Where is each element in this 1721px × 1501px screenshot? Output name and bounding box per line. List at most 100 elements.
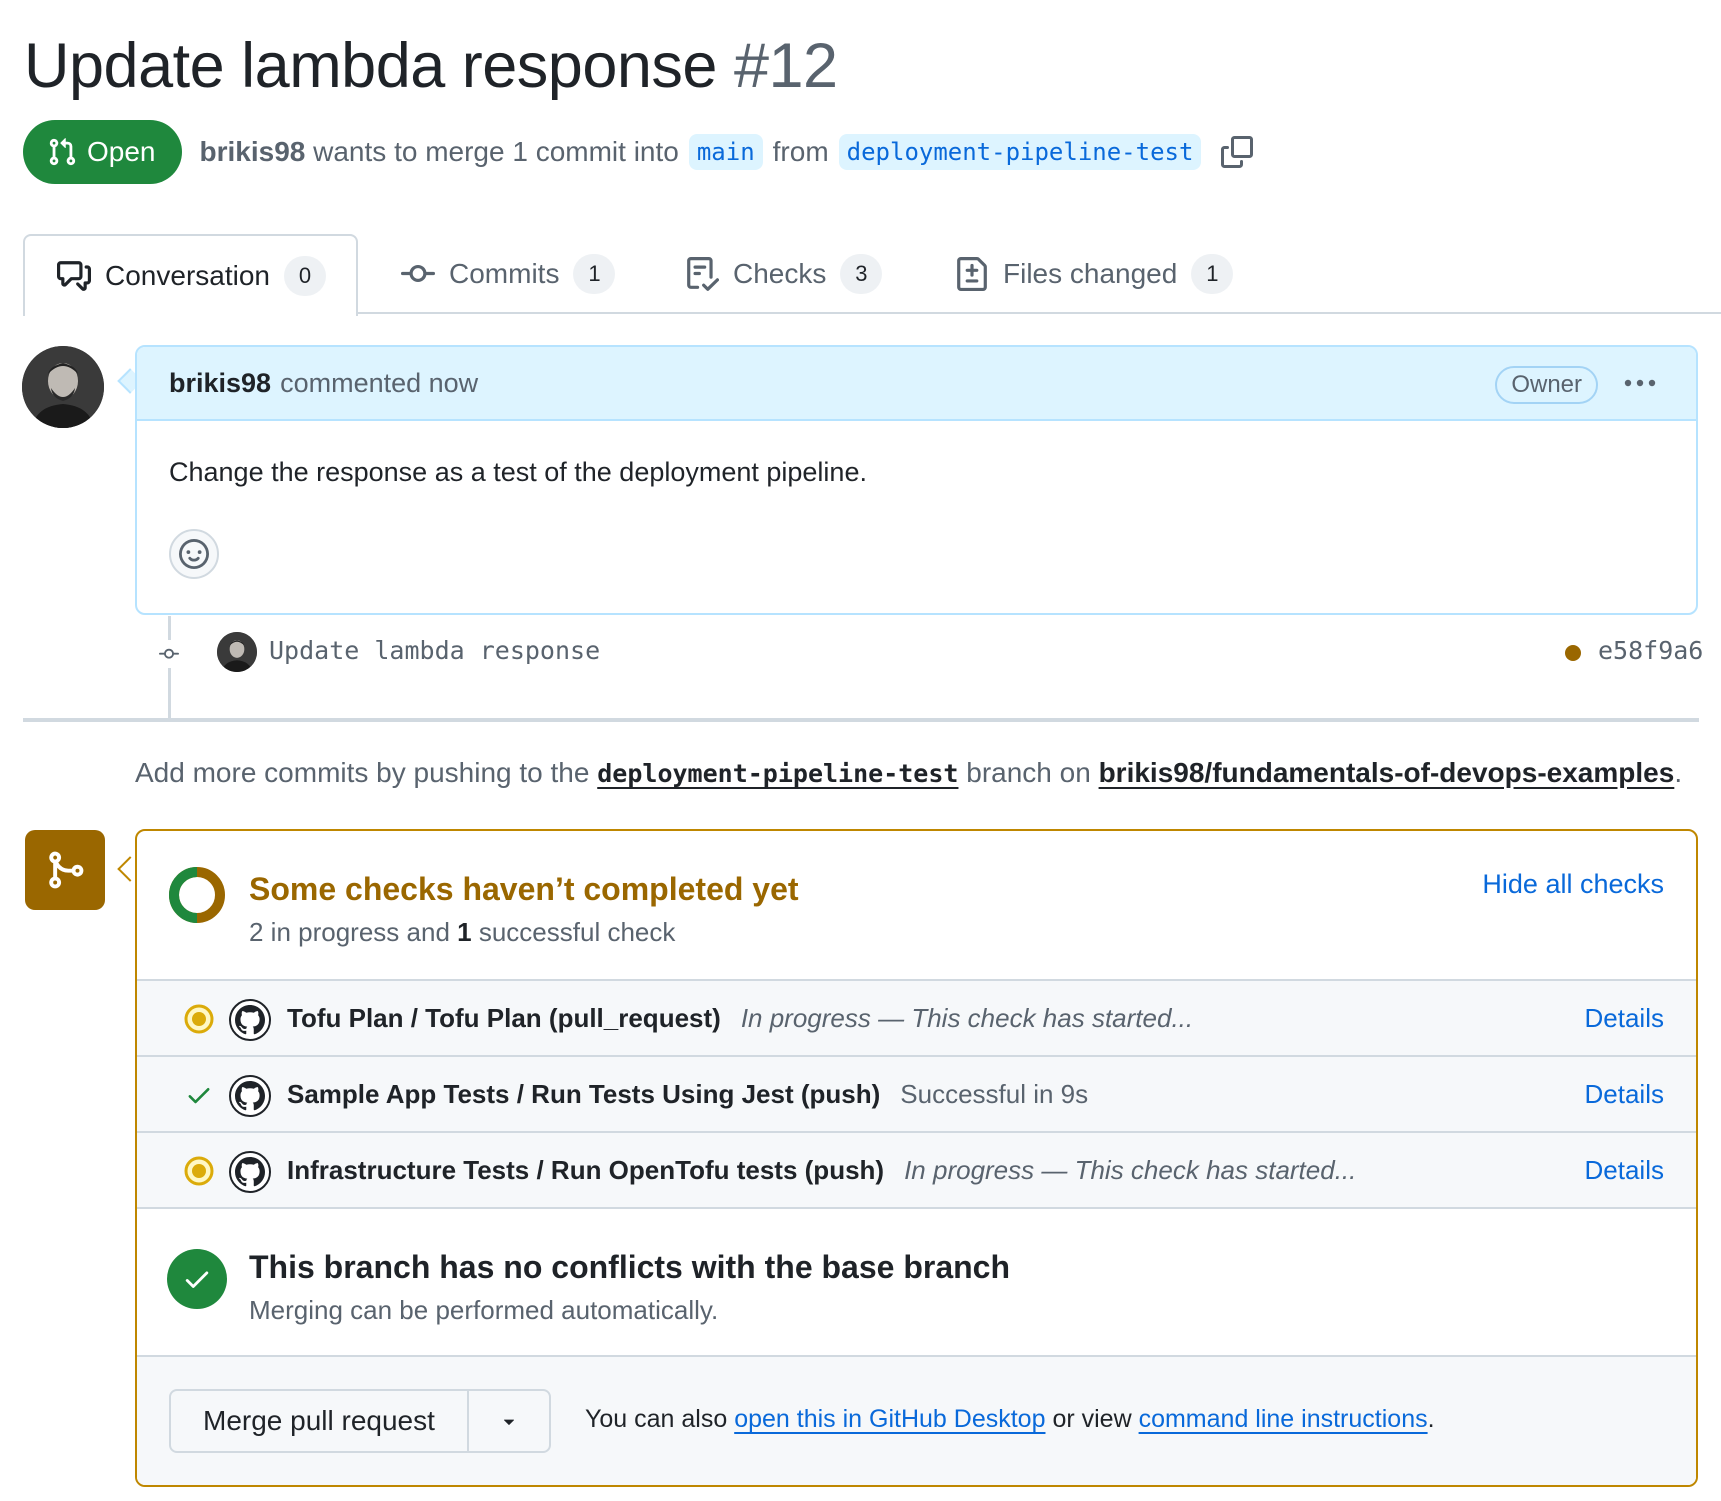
check-details-link[interactable]: Details — [1585, 1003, 1664, 1034]
pr-meta: brikis98 wants to merge 1 commit into ma… — [200, 134, 1256, 170]
push-hint-suffix: . — [1674, 757, 1683, 788]
merge-method-dropdown[interactable] — [469, 1391, 549, 1451]
no-conflicts-title: This branch has no conflicts with the ba… — [249, 1249, 1011, 1285]
copy-branch-button[interactable] — [1219, 134, 1255, 170]
kebab-horizontal-icon — [1624, 379, 1656, 387]
commit-sha-link[interactable]: e58f9a6 — [1598, 636, 1703, 665]
check-row: Tofu Plan / Tofu Plan (pull_request) In p… — [137, 981, 1696, 1057]
check-name: Sample App Tests / Run Tests Using Jest … — [287, 1079, 881, 1109]
no-conflicts-section: This branch has no conflicts with the ba… — [137, 1209, 1696, 1357]
tab-commits-count: 1 — [573, 254, 616, 294]
check-name: Tofu Plan / Tofu Plan (pull_request) — [287, 1003, 721, 1033]
comment-author-link[interactable]: brikis98 — [169, 368, 271, 399]
owner-badge: Owner — [1495, 366, 1598, 404]
avatar-image — [217, 632, 257, 672]
pr-state-badge: Open — [23, 120, 182, 184]
merge-hint-suffix: . — [1427, 1405, 1435, 1433]
pr-state-row: Open brikis98 wants to merge 1 commit in… — [23, 120, 1255, 184]
check-success-icon — [183, 1079, 215, 1111]
check-name-wrap: Infrastructure Tests / Run OpenTofu test… — [287, 1155, 1356, 1186]
git-commit-icon — [401, 264, 435, 282]
in-progress-dot-icon — [183, 1003, 215, 1035]
hide-all-checks-link[interactable]: Hide all checks — [1482, 869, 1664, 900]
tab-conversation[interactable]: Conversation 0 — [23, 234, 358, 316]
tab-conversation-count: 0 — [283, 256, 326, 296]
tab-commits-label: Commits — [449, 258, 560, 289]
tab-files-changed[interactable]: Files changed 1 — [955, 234, 1234, 314]
comment-timestamp[interactable]: commented now — [280, 368, 478, 399]
tab-files-changed-count: 1 — [1191, 254, 1234, 294]
comment-body: Change the response as a test of the dep… — [169, 457, 867, 487]
copy-icon — [1221, 136, 1254, 168]
checks-summary-c: successful check — [478, 917, 676, 947]
base-branch[interactable]: main — [688, 134, 763, 170]
pr-state-label: Open — [87, 136, 156, 167]
head-branch[interactable]: deployment-pipeline-test — [838, 134, 1202, 170]
check-description: In progress — This check has started... — [904, 1155, 1357, 1185]
pr-description-comment: brikis98 commented now Owner Change the … — [135, 345, 1698, 615]
push-hint-middle: branch on — [966, 757, 1091, 788]
checks-summary-b: 1 — [457, 917, 472, 947]
check-description: In progress — This check has started... — [740, 1003, 1194, 1033]
comment-discussion-icon — [57, 261, 91, 291]
github-logo-icon — [229, 1075, 271, 1117]
merge-hint: You can also open this in GitHub Desktop… — [585, 1405, 1435, 1434]
merge-hint-prefix: You can also — [585, 1405, 728, 1433]
pr-tabs: Conversation 0 Commits 1 Checks 3 Files … — [23, 234, 1721, 316]
commit-author-avatar[interactable] — [217, 632, 257, 672]
in-progress-dot-icon — [183, 1155, 215, 1187]
checks-title: Some checks haven’t completed yet — [249, 871, 799, 907]
tab-files-changed-label: Files changed — [1003, 258, 1178, 289]
push-hint: Add more commits by pushing to the deplo… — [135, 757, 1682, 789]
github-logo-icon — [229, 999, 271, 1041]
merge-hint-middle: or view — [1052, 1405, 1132, 1433]
git-merge-icon — [25, 830, 105, 910]
timeline-line — [168, 616, 171, 720]
push-hint-repo-link[interactable]: brikis98/fundamentals-of-devops-examples — [1099, 757, 1675, 788]
git-commit-icon — [151, 640, 187, 668]
push-hint-branch[interactable]: deployment-pipeline-test — [597, 759, 958, 788]
commit-status-pending-icon[interactable] — [1565, 645, 1581, 661]
checks-summary: Some checks haven’t completed yet 2 in p… — [137, 831, 1696, 981]
tab-checks[interactable]: Checks 3 — [685, 234, 883, 314]
check-name: Infrastructure Tests / Run OpenTofu test… — [287, 1155, 885, 1185]
pr-title: Update lambda response #12 — [24, 26, 838, 106]
merge-actions: Merge pull request You can also open thi… — [137, 1357, 1696, 1485]
checks-summary-a: 2 in progress and — [249, 917, 450, 947]
comment-options-button[interactable] — [1620, 369, 1660, 397]
check-name-wrap: Tofu Plan / Tofu Plan (pull_request) In p… — [287, 1003, 1193, 1034]
check-circle-icon — [167, 1249, 227, 1309]
check-details-link[interactable]: Details — [1585, 1079, 1664, 1110]
merge-pull-request-button[interactable]: Merge pull request — [171, 1391, 469, 1451]
smiley-icon — [179, 539, 209, 569]
check-description: Successful in 9s — [900, 1079, 1089, 1109]
merge-box: Some checks haven’t completed yet 2 in p… — [135, 829, 1698, 1487]
pr-merge-text: wants to merge 1 commit into — [313, 136, 679, 167]
tab-commits[interactable]: Commits 1 — [401, 234, 616, 314]
checks-progress-ring-icon — [169, 867, 225, 923]
author-avatar[interactable] — [22, 346, 104, 428]
check-details-link[interactable]: Details — [1585, 1155, 1664, 1186]
pr-author-link[interactable]: brikis98 — [200, 136, 306, 168]
pr-title-text: Update lambda response — [24, 31, 717, 101]
command-line-instructions-link[interactable]: command line instructions — [1139, 1405, 1428, 1433]
github-logo-icon — [229, 1151, 271, 1193]
no-conflicts-subtitle: Merging can be performed automatically. — [249, 1295, 719, 1325]
check-row: Infrastructure Tests / Run OpenTofu test… — [137, 1133, 1696, 1209]
merge-button-group: Merge pull request — [169, 1389, 551, 1453]
open-in-desktop-link[interactable]: open this in GitHub Desktop — [734, 1405, 1045, 1433]
pr-from-text: from — [772, 136, 829, 167]
avatar-image — [22, 346, 104, 428]
check-row: Sample App Tests / Run Tests Using Jest … — [137, 1057, 1696, 1133]
checklist-icon — [687, 257, 719, 291]
add-reaction-button[interactable] — [169, 529, 219, 579]
timeline-divider — [23, 718, 1699, 722]
tab-conversation-label: Conversation — [105, 260, 270, 291]
tab-checks-count: 3 — [840, 254, 883, 294]
checks-subtitle: 2 in progress and 1 successful check — [249, 917, 675, 948]
git-pull-request-icon — [49, 138, 76, 166]
comment-header: brikis98 commented now Owner — [137, 347, 1696, 421]
file-diff-icon — [957, 257, 987, 291]
triangle-down-icon — [503, 1419, 514, 1425]
commit-message-link[interactable]: Update lambda response — [269, 636, 600, 665]
